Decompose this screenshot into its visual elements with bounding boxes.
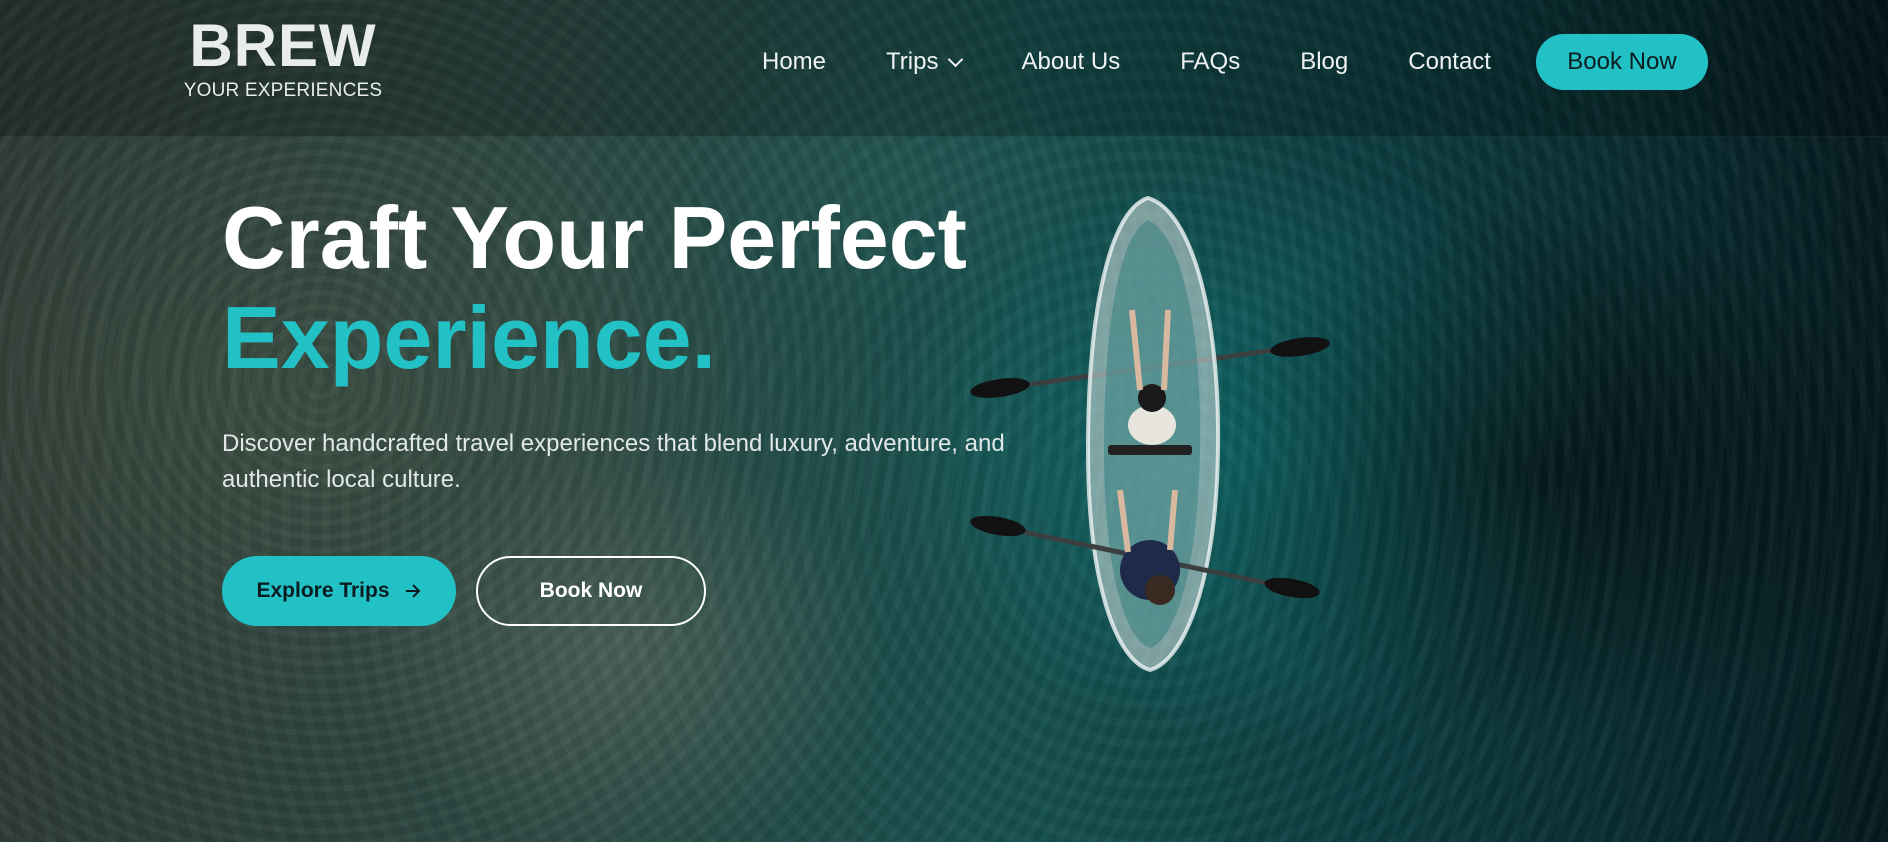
nav-link-about-us[interactable]: About Us	[1021, 48, 1120, 76]
site-header: BREW YOUR EXPERIENCES Home Trips About U…	[0, 0, 1888, 137]
nav-link-faqs[interactable]: FAQs	[1180, 48, 1240, 76]
chevron-down-icon	[948, 51, 964, 67]
nav-link-contact[interactable]: Contact	[1408, 48, 1491, 76]
nav-link-trips-label: Trips	[886, 48, 939, 75]
logo-title: BREW	[189, 12, 377, 79]
brand-logo[interactable]: BREW YOUR EXPERIENCES	[183, 12, 383, 102]
hero-headline-line1: Craft Your Perfect	[222, 188, 967, 287]
explore-trips-button[interactable]: Explore Trips	[222, 556, 456, 626]
explore-trips-label: Explore Trips	[256, 579, 390, 602]
logo-tagline: YOUR EXPERIENCES	[183, 80, 383, 101]
hero-headline-accent: Experience.	[222, 288, 717, 387]
header-book-now-button[interactable]: Book Now	[1535, 34, 1708, 90]
nav-link-blog[interactable]: Blog	[1300, 48, 1348, 76]
hero-subtext: Discover handcrafted travel experiences …	[222, 430, 1005, 493]
arrow-right-icon	[405, 584, 420, 598]
hero-book-now-button[interactable]: Book Now	[476, 556, 706, 626]
nav-link-trips[interactable]: Trips	[886, 48, 964, 76]
hero-section: BREW YOUR EXPERIENCES Home Trips About U…	[0, 0, 1888, 842]
hero-headline: Craft Your Perfect Experience.	[222, 188, 967, 388]
nav-link-home[interactable]: Home	[762, 48, 826, 76]
main-nav: Home Trips About Us FAQs Blog Contact Bo…	[762, 34, 1708, 90]
